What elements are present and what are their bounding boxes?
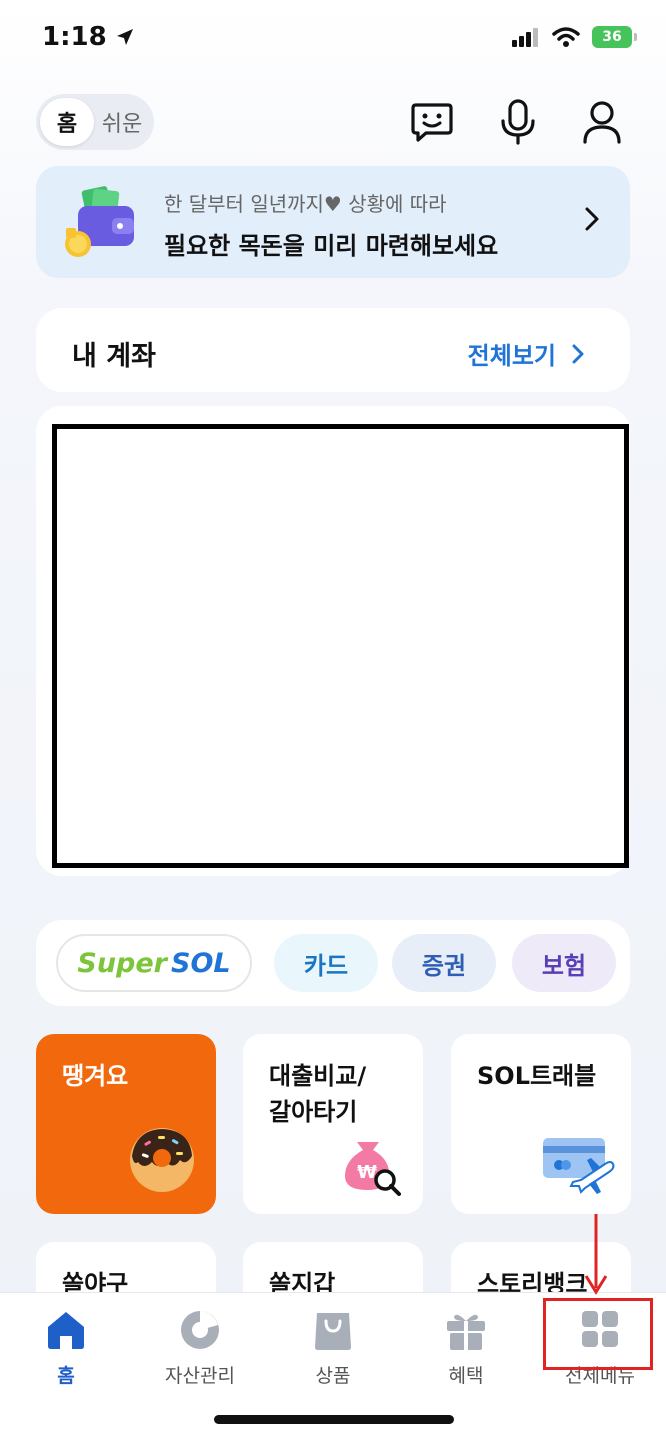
chevron-right-icon [585, 207, 599, 231]
home-icon [48, 1312, 84, 1349]
account-section-header: 내 계좌 전체보기 [36, 308, 630, 392]
wallet-icon [65, 186, 134, 257]
tile-title: SOL트래블 [477, 1062, 597, 1090]
nav-label: 혜택 [448, 1365, 484, 1387]
mode-easy[interactable]: 쉬운 [94, 106, 150, 138]
stock-button[interactable]: 증권 [392, 934, 496, 992]
tile-ddanggyoyo[interactable]: 땡겨요 [36, 1034, 216, 1214]
location-arrow-icon [116, 29, 133, 45]
svg-text:₩: ₩ [357, 1162, 377, 1183]
signal-icon [512, 28, 538, 47]
clock-text: 1:18 [42, 22, 107, 52]
quick-links-bar: Super SOL 카드 증권 보험 [36, 920, 630, 1006]
mode-home[interactable]: 홈 [40, 98, 94, 146]
pie-chart-icon [181, 1311, 219, 1349]
wifi-icon [552, 27, 580, 47]
voice-button[interactable] [494, 96, 542, 148]
card-airplane-icon [543, 1138, 615, 1194]
chat-bot-icon [411, 103, 453, 142]
view-all-label: 전체보기 [467, 342, 556, 370]
status-indicators: 36 [512, 26, 637, 48]
nav-label: 홈 [57, 1365, 75, 1387]
annotation-highlight-box [543, 1298, 653, 1370]
redacted-area [52, 424, 629, 868]
profile-button[interactable] [578, 96, 626, 148]
nav-asset-management[interactable]: 자산관리 [140, 1309, 260, 1388]
banner-title: 필요한 목돈을 미리 마련해보세요 [164, 232, 499, 260]
card-button[interactable]: 카드 [274, 934, 378, 992]
donut-icon [130, 1128, 194, 1192]
nav-label: 자산관리 [165, 1365, 235, 1387]
insurance-button[interactable]: 보험 [512, 934, 616, 992]
profile-icon [583, 101, 621, 144]
account-title: 내 계좌 [72, 341, 156, 372]
tile-sol-travel[interactable]: SOL트래블 [451, 1034, 631, 1214]
tile-title: 땡겨요 [62, 1062, 129, 1090]
nav-home[interactable]: 홈 [6, 1309, 126, 1388]
nav-benefits[interactable]: 혜택 [406, 1309, 526, 1388]
tile-title: 대출비교/ 갈아타기 [269, 1062, 367, 1126]
microphone-icon [501, 99, 535, 145]
battery-level: 36 [602, 29, 622, 45]
supersol-logo: Super SOL [77, 947, 231, 979]
gift-icon [447, 1314, 485, 1350]
supersol-button[interactable]: Super SOL [56, 934, 252, 992]
mode-toggle[interactable]: 홈 쉬운 [36, 94, 154, 150]
money-bag-search-icon: ₩ [345, 1142, 401, 1196]
battery-icon: 36 [592, 26, 637, 48]
shopping-bag-icon [315, 1313, 351, 1350]
status-time: 1:18 [42, 22, 135, 52]
chevron-right-icon [572, 344, 584, 363]
tile-loan-compare[interactable]: 대출비교/ 갈아타기 ₩ [243, 1034, 423, 1214]
nav-products[interactable]: 상품 [273, 1309, 393, 1388]
promo-banner[interactable]: 한 달부터 일년까지♥ 상황에 따라 필요한 목돈을 미리 마련해보세요 [36, 166, 630, 278]
banner-subtitle: 한 달부터 일년까지♥ 상황에 따라 [164, 192, 447, 216]
chat-bot-button[interactable] [408, 96, 456, 148]
view-all-accounts-link[interactable]: 전체보기 [468, 336, 584, 371]
home-indicator [214, 1415, 454, 1424]
account-list-card [36, 406, 630, 876]
nav-label: 상품 [315, 1365, 351, 1387]
annotation-arrow [584, 1214, 608, 1295]
